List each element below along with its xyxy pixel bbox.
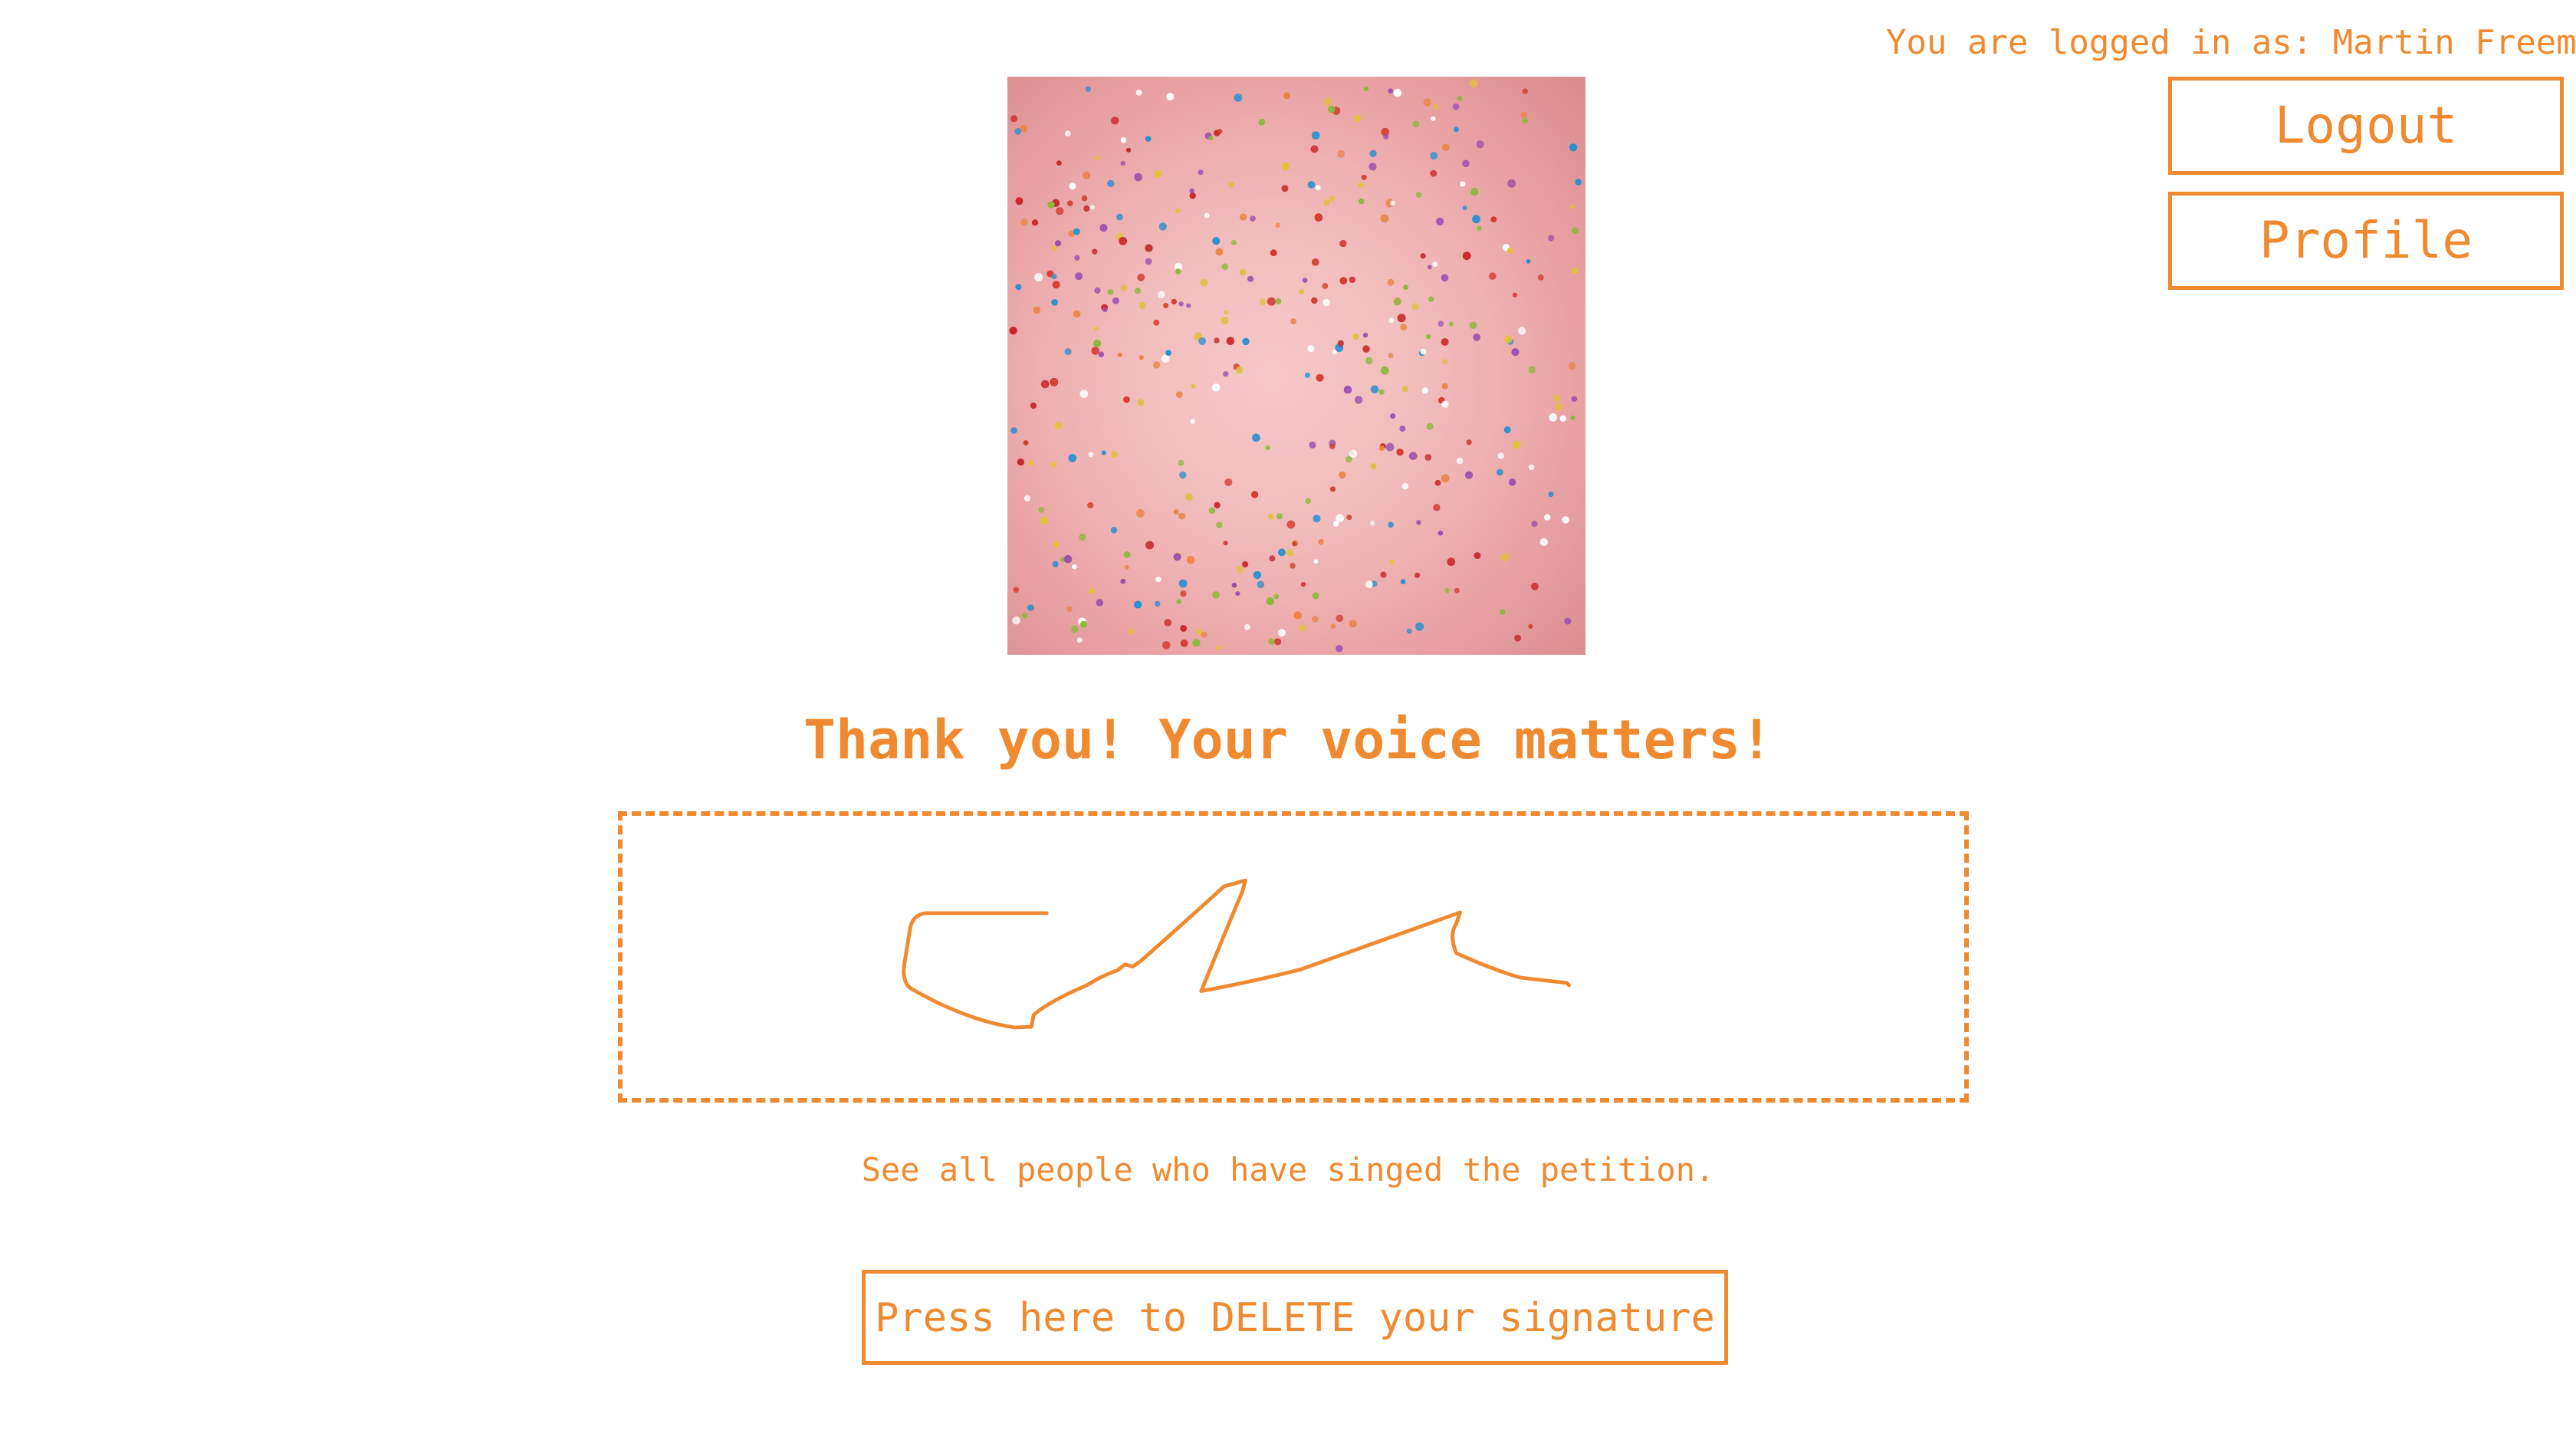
sprinkles-graphic bbox=[1009, 79, 1582, 653]
thank-you-heading: Thank you! Your voice matters! bbox=[803, 708, 1773, 771]
signature-drawing bbox=[902, 878, 1572, 1030]
signature-canvas bbox=[618, 811, 1969, 1103]
donut-sprinkles-image bbox=[1007, 77, 1585, 655]
login-status: You are logged in as: Martin Freeman bbox=[1886, 23, 2576, 62]
signers-list-link[interactable]: See all people who have singed the petit… bbox=[0, 1147, 2576, 1193]
delete-signature-button[interactable]: Press here to DELETE your signature bbox=[862, 1270, 1728, 1365]
profile-button[interactable]: Profile bbox=[2168, 192, 2564, 290]
logout-button[interactable]: Logout bbox=[2168, 77, 2564, 175]
